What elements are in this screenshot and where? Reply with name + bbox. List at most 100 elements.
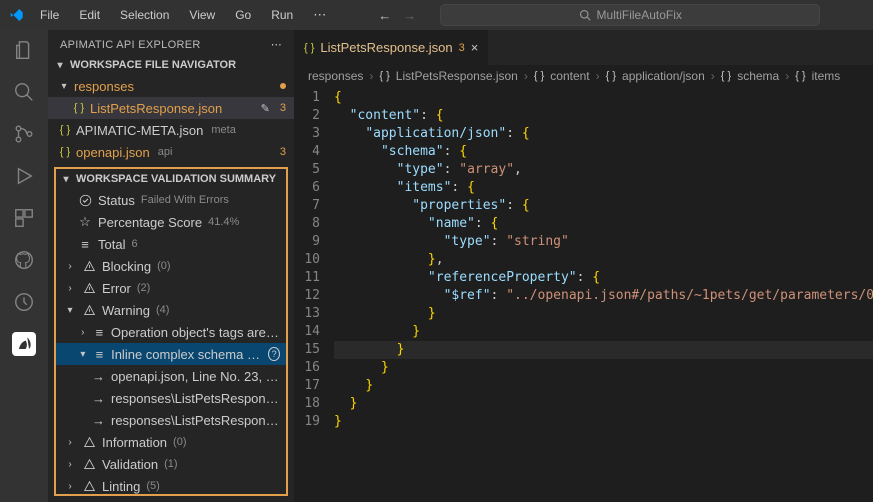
editor-area: { } ListPetsResponse.json 3 × responses …: [294, 30, 873, 502]
chevron-right-icon: ›: [785, 69, 789, 83]
menu-view[interactable]: View: [181, 4, 223, 26]
tab-listpetsresponse[interactable]: { } ListPetsResponse.json 3 ×: [294, 30, 489, 65]
problem-count: 3: [280, 102, 286, 114]
arrow-icon: →: [92, 413, 105, 428]
menu-selection[interactable]: Selection: [112, 4, 177, 26]
file-apimatic-meta[interactable]: { } APIMATIC-META.json meta: [48, 119, 294, 141]
chevron-right-icon: ›: [711, 69, 715, 83]
source-control-icon[interactable]: [12, 122, 36, 146]
linting-group[interactable]: › Linting (5): [56, 475, 286, 496]
menu-edit[interactable]: Edit: [71, 4, 108, 26]
warning-icon: [82, 480, 96, 493]
breadcrumb-item[interactable]: application/json: [622, 69, 705, 83]
score-row[interactable]: ☆ Percentage Score 41.4%: [56, 211, 286, 233]
search-icon: [579, 9, 591, 21]
code-content[interactable]: { "content": { "application/json": { "sc…: [334, 89, 873, 502]
blocking-group[interactable]: › Blocking (0): [56, 255, 286, 277]
pencil-icon: ✎: [261, 102, 270, 115]
lines-icon: ≡: [94, 347, 105, 362]
status-row[interactable]: Status Failed With Errors: [56, 189, 286, 211]
validation-group[interactable]: › Validation (1): [56, 453, 286, 475]
warning-location-listpets-2[interactable]: → responses\ListPetsResponse.json,…: [56, 409, 286, 431]
chevron-down-icon: ▾: [78, 349, 88, 360]
search-icon[interactable]: [12, 80, 36, 104]
close-icon[interactable]: ×: [471, 40, 479, 55]
activity-bar: [0, 30, 48, 502]
chevron-right-icon: ›: [64, 261, 76, 272]
lines-icon: ≡: [94, 325, 105, 340]
sidebar-more-icon[interactable]: ⋯: [271, 38, 282, 51]
check-icon: [78, 194, 92, 207]
editor-tabs: { } ListPetsResponse.json 3 ×: [294, 30, 873, 65]
brace-icon: { }: [534, 70, 544, 82]
star-icon: ☆: [78, 214, 92, 230]
warning-icon: [82, 260, 96, 273]
warning-location-openapi[interactable]: → openapi.json, Line No. 23, Line P…: [56, 365, 286, 387]
error-group[interactable]: › Error (2): [56, 277, 286, 299]
breadcrumb-item[interactable]: items: [812, 69, 841, 83]
warning-icon: [82, 436, 96, 449]
total-row[interactable]: ≡ Total 6: [56, 233, 286, 255]
json-icon: { }: [72, 102, 86, 114]
warning-location-listpets-1[interactable]: → responses\ListPetsResponse.json,…: [56, 387, 286, 409]
brace-icon: { }: [721, 70, 731, 82]
json-icon: { }: [304, 42, 314, 54]
code-editor[interactable]: 12345678910111213141516171819 { "content…: [294, 87, 873, 502]
chevron-right-icon: ›: [64, 459, 76, 470]
chevron-right-icon: ›: [64, 437, 76, 448]
chevron-down-icon: ▾: [58, 81, 70, 92]
warning-item-tags-empty[interactable]: › ≡ Operation object's tags are empty …: [56, 321, 286, 343]
file-listpetsresponse[interactable]: { } ListPetsResponse.json ✎ 3: [48, 97, 294, 119]
menu-more[interactable]: ⋯: [305, 3, 334, 27]
chevron-down-icon: ▾: [60, 174, 72, 185]
app-icon: [8, 7, 24, 23]
extensions-icon[interactable]: [12, 206, 36, 230]
warning-icon: [82, 458, 96, 471]
modified-indicator: 3: [459, 42, 465, 54]
menu-run[interactable]: Run: [263, 4, 301, 26]
chevron-down-icon: ▾: [64, 305, 76, 316]
titlebar: File Edit Selection View Go Run ⋯ ← → Mu…: [0, 0, 873, 30]
breadcrumb-item[interactable]: schema: [737, 69, 779, 83]
validation-summary-panel: ▾ WORKSPACE VALIDATION SUMMARY Status Fa…: [54, 167, 288, 496]
sidebar-title: APIMATIC API EXPLORER: [60, 39, 201, 51]
chevron-right-icon: ›: [524, 69, 528, 83]
file-openapi[interactable]: { } openapi.json api 3: [48, 141, 294, 163]
nav-back-icon[interactable]: ←: [378, 8, 391, 23]
search-text: MultiFileAutoFix: [597, 8, 682, 22]
section-validation-summary[interactable]: ▾ WORKSPACE VALIDATION SUMMARY: [56, 169, 286, 189]
chevron-right-icon: ›: [64, 481, 76, 492]
warning-group[interactable]: ▾ Warning (4): [56, 299, 286, 321]
json-icon: { }: [379, 70, 389, 82]
arrow-icon: →: [92, 369, 105, 384]
breadcrumb-item[interactable]: ListPetsResponse.json: [396, 69, 518, 83]
command-center[interactable]: MultiFileAutoFix: [440, 4, 820, 26]
brace-icon: { }: [606, 70, 616, 82]
json-icon: { }: [58, 146, 72, 158]
warning-icon: [82, 304, 96, 317]
menu-go[interactable]: Go: [227, 4, 259, 26]
chevron-right-icon: ›: [596, 69, 600, 83]
breadcrumb-item[interactable]: content: [550, 69, 589, 83]
help-icon[interactable]: ?: [268, 347, 280, 361]
information-group[interactable]: › Information (0): [56, 431, 286, 453]
folder-responses[interactable]: ▾ responses: [48, 75, 294, 97]
modified-dot-icon: [280, 83, 286, 89]
chevron-right-icon: ›: [369, 69, 373, 83]
chevron-down-icon: ▾: [54, 60, 66, 71]
section-file-navigator[interactable]: ▾ WORKSPACE FILE NAVIGATOR: [48, 55, 294, 75]
breadcrumb-item[interactable]: responses: [308, 69, 363, 83]
list-icon: ≡: [78, 237, 92, 252]
menu-file[interactable]: File: [32, 4, 67, 26]
nav-forward-icon[interactable]: →: [403, 8, 416, 23]
breadcrumbs[interactable]: responses › { } ListPetsResponse.json › …: [294, 65, 873, 87]
github-icon[interactable]: [12, 248, 36, 272]
warning-item-inline-schema[interactable]: ▾ ≡ Inline complex schema definiti… ?: [56, 343, 286, 365]
warning-icon: [82, 282, 96, 295]
run-debug-icon[interactable]: [12, 164, 36, 188]
arrow-icon: →: [92, 391, 105, 406]
timeline-icon[interactable]: [12, 290, 36, 314]
json-icon: { }: [58, 124, 72, 136]
apimatic-icon[interactable]: [12, 332, 36, 356]
explorer-icon[interactable]: [12, 38, 36, 62]
